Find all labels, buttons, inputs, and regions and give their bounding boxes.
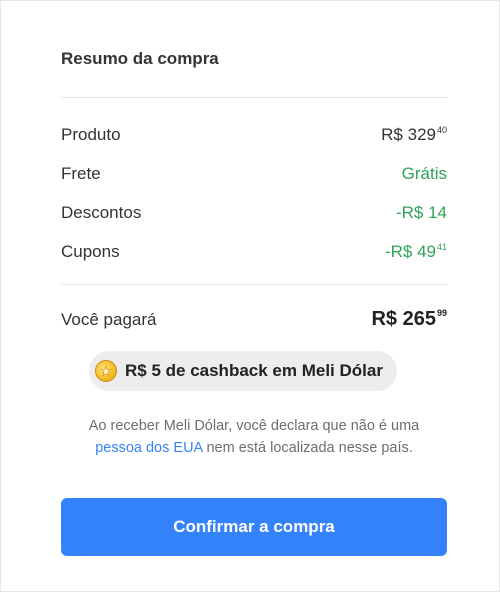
value-cents: 40 xyxy=(436,125,447,135)
value-cents: 41 xyxy=(436,242,447,252)
row-value: -R$ 4941 xyxy=(385,242,447,262)
coin-icon xyxy=(95,360,117,382)
value-main: -R$ 49 xyxy=(384,242,436,261)
row-value: -R$ 14 xyxy=(396,203,447,223)
value-main: -R$ 14 xyxy=(395,203,447,222)
row-produto: Produto R$ 32940 xyxy=(61,125,447,145)
row-descontos: Descontos -R$ 14 xyxy=(61,203,447,223)
total-row: Você pagará R$ 26599 xyxy=(61,308,447,331)
value-main: Grátis xyxy=(401,164,447,183)
confirm-purchase-button[interactable]: Confirmar a compra xyxy=(61,498,447,556)
row-frete: Frete Grátis xyxy=(61,164,447,184)
divider xyxy=(61,97,447,98)
row-label: Cupons xyxy=(61,242,120,261)
purchase-summary-panel: Resumo da compra Produto R$ 32940 Frete … xyxy=(0,0,500,592)
value-main: R$ 329 xyxy=(381,125,436,144)
row-cupons: Cupons -R$ 4941 xyxy=(61,242,447,262)
row-value: Grátis xyxy=(402,164,447,184)
us-person-link[interactable]: pessoa dos EUA xyxy=(95,440,202,456)
row-label: Frete xyxy=(61,164,101,183)
disclaimer-text: nem está localizada nesse país. xyxy=(206,440,413,456)
row-label: Produto xyxy=(61,125,121,144)
summary-title: Resumo da compra xyxy=(61,49,219,68)
total-label: Você pagará xyxy=(61,310,157,329)
value-cents: 99 xyxy=(436,308,447,318)
cashback-text: R$ 5 de cashback em Meli Dólar xyxy=(125,361,383,380)
total-value: R$ 26599 xyxy=(371,308,447,331)
row-value: R$ 32940 xyxy=(381,125,447,145)
cashback-badge: R$ 5 de cashback em Meli Dólar xyxy=(89,351,397,391)
divider xyxy=(61,284,447,285)
value-main: R$ 265 xyxy=(371,308,436,330)
row-label: Descontos xyxy=(61,203,142,222)
disclaimer-text: Ao receber Meli Dólar, você declara que … xyxy=(88,418,420,434)
disclaimer: Ao receber Meli Dólar, você declara que … xyxy=(61,415,447,459)
